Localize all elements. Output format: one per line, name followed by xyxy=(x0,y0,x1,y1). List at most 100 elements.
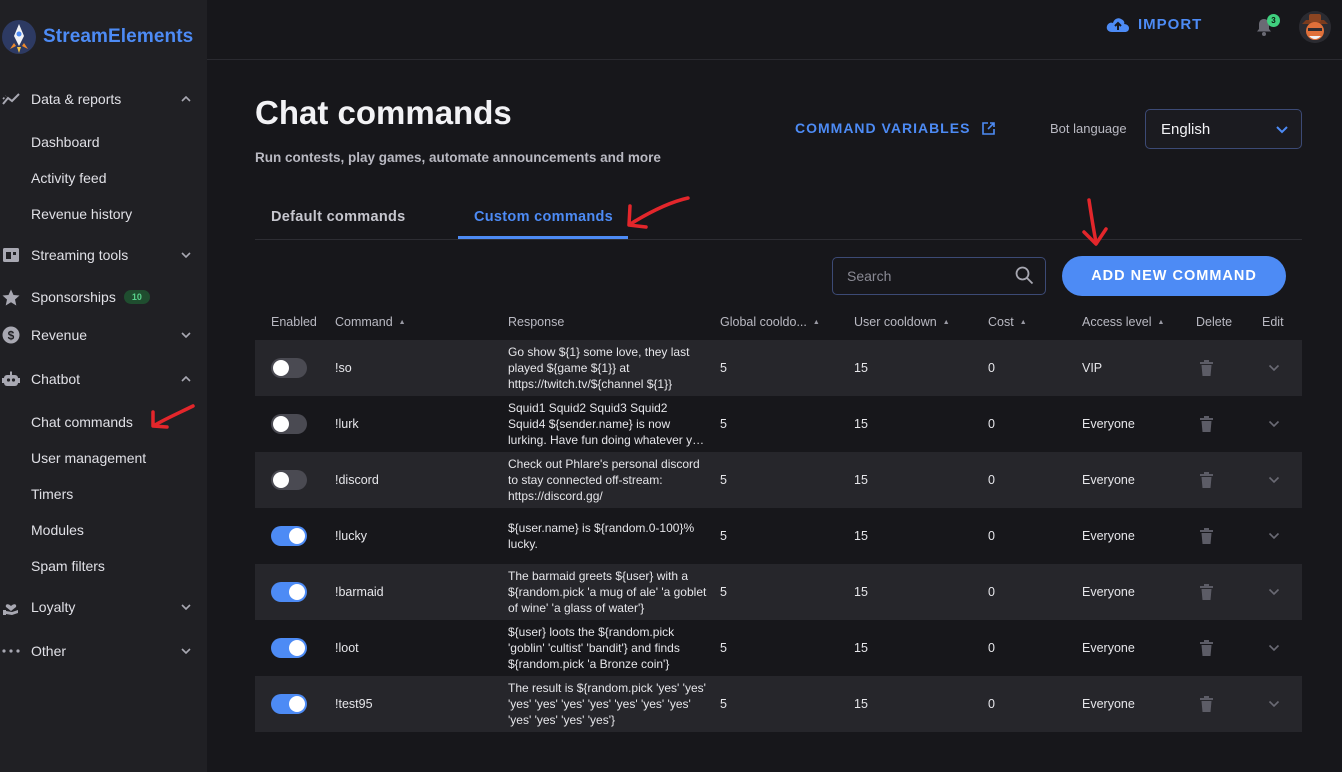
column-header-access-level[interactable]: Access level ▲ xyxy=(1082,315,1164,329)
import-label: IMPORT xyxy=(1138,16,1203,33)
brand[interactable]: StreamElements xyxy=(0,14,193,60)
page-subtitle: Run contests, play games, automate annou… xyxy=(255,150,661,165)
enabled-toggle[interactable] xyxy=(271,582,307,602)
enabled-toggle[interactable] xyxy=(271,470,307,490)
access-level-cell: Everyone xyxy=(1082,417,1135,431)
column-header-user-cooldown[interactable]: User cooldown ▲ xyxy=(854,315,950,329)
nav-section-revenue[interactable]: $ Revenue xyxy=(0,320,207,350)
response-text: Squid1 Squid2 Squid3 Squid2 Squid4 ${sen… xyxy=(508,400,706,448)
enabled-toggle[interactable] xyxy=(271,694,307,714)
trash-icon[interactable] xyxy=(1200,640,1213,656)
trash-icon[interactable] xyxy=(1200,360,1213,376)
chevron-up-icon xyxy=(181,93,191,105)
edit-cell xyxy=(1268,340,1280,396)
nav-section-streaming-tools[interactable]: Streaming tools xyxy=(0,240,207,270)
nav-section-data-reports[interactable]: Data & reports xyxy=(0,84,207,114)
column-header-cost[interactable]: Cost ▲ xyxy=(988,315,1027,329)
command-cell: !loot xyxy=(335,641,359,655)
enabled-cell xyxy=(271,508,307,564)
column-header-response: Response xyxy=(508,315,564,329)
table-row: !lurk Squid1 Squid2 Squid3 Squid2 Squid4 … xyxy=(255,396,1302,452)
enabled-cell xyxy=(271,676,307,732)
trash-icon[interactable] xyxy=(1200,472,1213,488)
trash-icon[interactable] xyxy=(1200,584,1213,600)
sidebar-item-dashboard[interactable]: Dashboard xyxy=(31,131,100,153)
cost-cell: 0 xyxy=(988,473,995,487)
toggle-knob xyxy=(273,416,289,432)
response-text: Go show ${1} some love, they last played… xyxy=(508,344,690,392)
bot-language-select[interactable]: English xyxy=(1145,109,1302,149)
enabled-toggle[interactable] xyxy=(271,526,307,546)
command-variables-link[interactable]: COMMAND VARIABLES xyxy=(795,120,996,136)
chevron-down-icon[interactable] xyxy=(1268,420,1280,428)
tab-default-commands[interactable]: Default commands xyxy=(271,209,406,225)
column-label: Command xyxy=(335,315,393,329)
edit-cell xyxy=(1268,564,1280,620)
enabled-cell xyxy=(271,396,307,452)
chevron-down-icon[interactable] xyxy=(1268,476,1280,484)
command-cell: !so xyxy=(335,361,352,375)
external-link-icon xyxy=(982,121,996,135)
annotation-arrow-custom-tab xyxy=(627,196,690,229)
nav-section-sponsorships[interactable]: Sponsorships 10 xyxy=(0,282,207,312)
sidebar-item-revenue-history[interactable]: Revenue history xyxy=(31,203,132,225)
sidebar-item-timers[interactable]: Timers xyxy=(31,483,73,505)
add-new-command-button[interactable]: ADD NEW COMMAND xyxy=(1062,256,1286,296)
response-text: ${user} loots the ${random.pick 'goblin'… xyxy=(508,624,680,672)
chevron-down-icon xyxy=(1276,126,1288,134)
toggle-knob xyxy=(273,472,289,488)
sidebar-item-modules[interactable]: Modules xyxy=(31,519,84,541)
delete-cell xyxy=(1200,564,1213,620)
tab-custom-commands[interactable]: Custom commands xyxy=(474,209,613,225)
chevron-down-icon[interactable] xyxy=(1268,588,1280,596)
global-cooldown-cell: 5 xyxy=(720,361,727,375)
chevron-down-icon[interactable] xyxy=(1268,644,1280,652)
trash-icon[interactable] xyxy=(1200,416,1213,432)
sidebar-item-spam-filters[interactable]: Spam filters xyxy=(31,555,105,577)
nav-section-other[interactable]: Other xyxy=(0,636,207,666)
column-header-global-cooldown[interactable]: Global cooldo... ▲ xyxy=(720,315,820,329)
global-cooldown-cell: 5 xyxy=(720,697,727,711)
import-button[interactable]: IMPORT xyxy=(1106,16,1202,33)
topbar: IMPORT 3 xyxy=(207,0,1342,60)
star-icon xyxy=(0,289,22,306)
cost-cell: 0 xyxy=(988,585,995,599)
nav-section-label: Loyalty xyxy=(31,599,76,615)
enabled-toggle[interactable] xyxy=(271,358,307,378)
column-label: User cooldown xyxy=(854,315,937,329)
delete-cell xyxy=(1200,620,1213,676)
search-input[interactable] xyxy=(832,257,1046,295)
column-label: Delete xyxy=(1196,315,1233,329)
enabled-toggle[interactable] xyxy=(271,638,307,658)
nav-section-loyalty[interactable]: Loyalty xyxy=(0,592,207,622)
chevron-down-icon[interactable] xyxy=(1268,364,1280,372)
chevron-down-icon[interactable] xyxy=(1268,532,1280,540)
toggle-knob xyxy=(289,640,305,656)
sidebar-item-activity-feed[interactable]: Activity feed xyxy=(31,167,106,189)
sidebar-item-user-management[interactable]: User management xyxy=(31,447,146,469)
trash-icon[interactable] xyxy=(1200,696,1213,712)
streaming-tools-icon xyxy=(0,247,22,263)
nav-section-label: Revenue xyxy=(31,327,88,343)
nav-section-label: Streaming tools xyxy=(31,247,129,263)
page-title: Chat commands xyxy=(255,94,512,131)
enabled-toggle[interactable] xyxy=(271,414,307,434)
response-cell: ${user.name} is ${random.0-100}% lucky. xyxy=(508,508,708,564)
delete-cell xyxy=(1200,396,1213,452)
annotation-arrow-add-button xyxy=(1082,198,1108,246)
trash-icon[interactable] xyxy=(1200,528,1213,544)
command-cell: !barmaid xyxy=(335,585,384,599)
table-row: !lucky ${user.name} is ${random.0-100}% l… xyxy=(255,508,1302,564)
sort-up-icon: ▲ xyxy=(812,318,820,326)
column-header-command[interactable]: Command ▲ xyxy=(335,315,406,329)
avatar[interactable] xyxy=(1299,11,1331,43)
column-label: Edit xyxy=(1262,315,1284,329)
nav-section-chatbot[interactable]: Chatbot xyxy=(0,364,207,394)
access-level-cell: Everyone xyxy=(1082,529,1135,543)
chevron-down-icon[interactable] xyxy=(1268,700,1280,708)
response-text: The barmaid greets ${user} with a ${rand… xyxy=(508,568,707,616)
sidebar-item-chat-commands[interactable]: Chat commands xyxy=(31,411,133,433)
global-cooldown-cell: 5 xyxy=(720,473,727,487)
chevron-down-icon xyxy=(181,329,191,341)
edit-cell xyxy=(1268,620,1280,676)
